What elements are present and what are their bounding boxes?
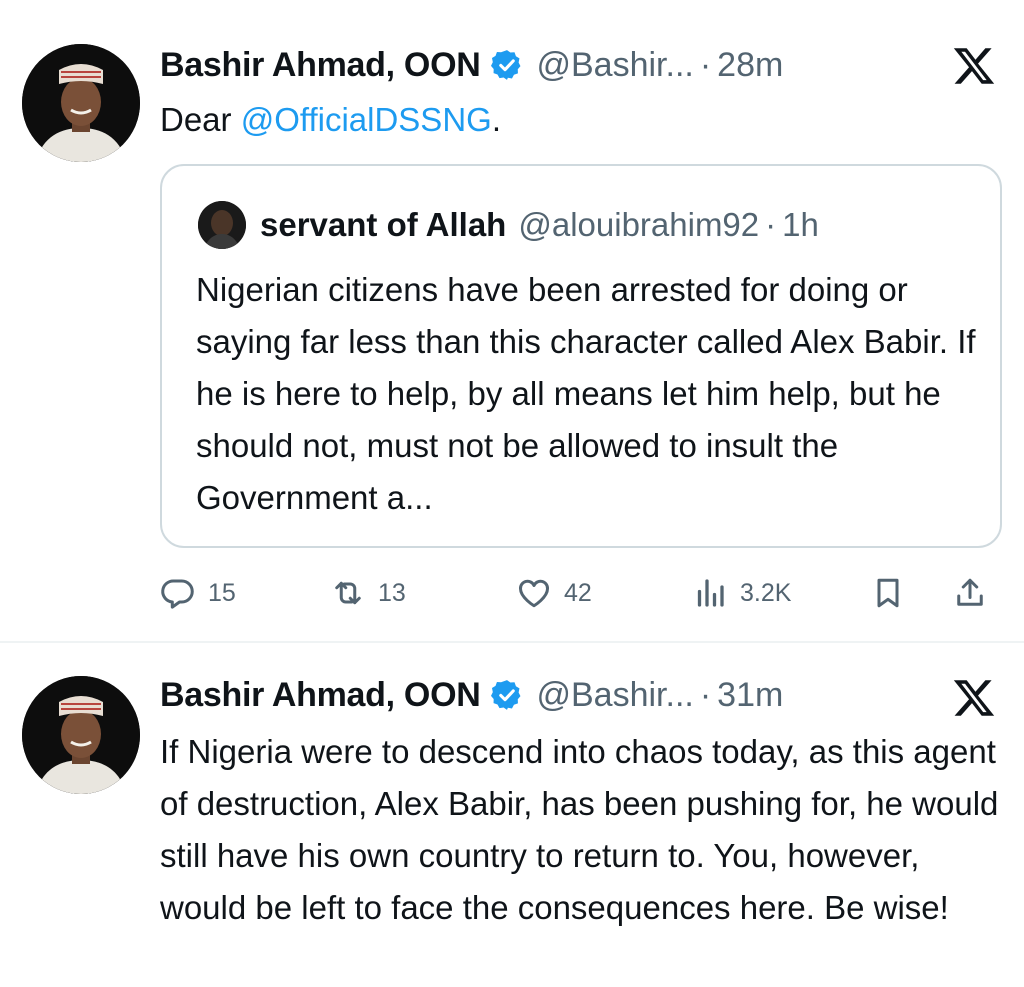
bookmark-button[interactable] <box>870 568 906 618</box>
tweet-header: Bashir Ahmad, OON @Bashir... · 31m <box>160 670 783 720</box>
like-icon <box>516 575 552 611</box>
reply-button[interactable]: 15 <box>160 568 236 618</box>
mention-link[interactable]: @OfficialDSSNG <box>241 101 492 138</box>
action-bar: 15 13 42 3.2K <box>160 568 1002 618</box>
verified-badge-icon <box>490 678 524 712</box>
tweet-text: Dear @OfficialDSSNG. <box>160 94 1005 146</box>
separator-dot: · <box>699 45 712 84</box>
share-button[interactable] <box>952 568 988 618</box>
tweet-header: Bashir Ahmad, OON @Bashir... · 28m <box>160 40 783 90</box>
like-count: 42 <box>564 578 592 607</box>
repost-button[interactable]: 13 <box>330 568 406 618</box>
tweet-text-prefix: Dear <box>160 101 241 138</box>
author-handle[interactable]: @Bashir... <box>536 676 693 715</box>
tweet-timestamp[interactable]: 31m <box>717 676 783 715</box>
share-icon <box>952 575 988 611</box>
tweet-card[interactable]: Bashir Ahmad, OON @Bashir... · 31m If Ni… <box>0 643 1024 987</box>
bookmark-icon <box>870 575 906 611</box>
repost-icon <box>330 575 366 611</box>
verified-badge-icon <box>490 48 524 82</box>
tweet-text-suffix: . <box>491 101 501 138</box>
author-handle[interactable]: @Bashir... <box>536 46 693 85</box>
tweet-text: If Nigeria were to descend into chaos to… <box>160 733 999 926</box>
views-icon <box>692 575 728 611</box>
views-count: 3.2K <box>740 578 792 607</box>
reply-icon <box>160 575 196 611</box>
like-button[interactable]: 42 <box>516 568 592 618</box>
x-logo-icon <box>952 44 996 88</box>
separator-dot: · <box>699 675 712 714</box>
author-name[interactable]: Bashir Ahmad, OON <box>160 46 481 85</box>
reply-count: 15 <box>208 578 236 607</box>
tweet-card[interactable]: Bashir Ahmad, OON @Bashir... · 28m Dear … <box>0 0 1024 642</box>
separator-dot: · <box>765 206 777 243</box>
quoted-author-avatar[interactable] <box>198 201 246 249</box>
views-button[interactable]: 3.2K <box>692 568 791 618</box>
author-avatar[interactable] <box>22 44 140 162</box>
quoted-tweet-header: servant of Allah @alouibrahim92 · 1h <box>198 200 819 250</box>
author-name[interactable]: Bashir Ahmad, OON <box>160 676 481 715</box>
quoted-tweet[interactable]: servant of Allah @alouibrahim92 · 1h Nig… <box>160 164 1002 548</box>
repost-count: 13 <box>378 578 406 607</box>
quoted-author-name[interactable]: servant of Allah <box>260 206 506 244</box>
quoted-tweet-text: Nigerian citizens have been arrested for… <box>196 271 976 516</box>
tweet-timestamp[interactable]: 28m <box>717 46 783 85</box>
quoted-tweet-timestamp[interactable]: 1h <box>782 206 819 244</box>
quoted-author-handle[interactable]: @alouibrahim92 <box>518 206 759 244</box>
author-avatar[interactable] <box>22 676 140 794</box>
x-logo-icon <box>952 676 996 720</box>
